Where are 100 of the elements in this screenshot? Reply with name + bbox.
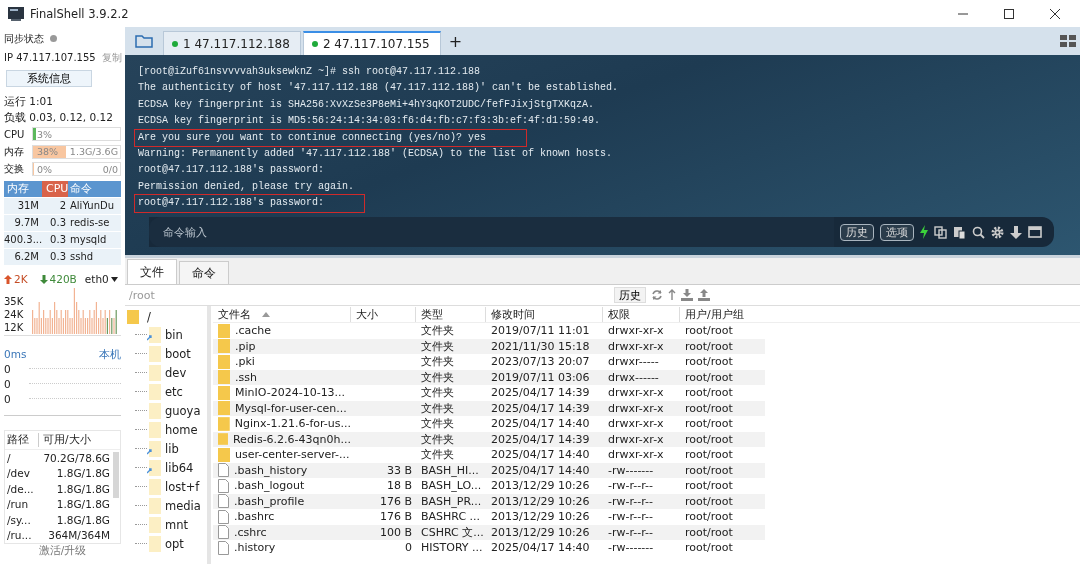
command-field[interactable]: 命令输入 — [149, 217, 834, 247]
axis-tick: 24K — [4, 308, 25, 320]
terminal-line: root@47.117.112.188's password: — [135, 195, 365, 212]
tree-item[interactable]: boot — [165, 346, 191, 361]
close-icon[interactable] — [1050, 8, 1060, 19]
table-cell-text: 2025/04/17 14:40 — [490, 463, 591, 477]
table-cell-text: 0.3 — [49, 217, 67, 229]
meter-label: CPU — [4, 128, 26, 140]
folder-icon[interactable] — [135, 34, 153, 48]
session-tab[interactable]: 1 47.117.112.188 — [163, 31, 301, 55]
settings-icon[interactable] — [991, 225, 1004, 239]
ping-value: 0 — [4, 362, 11, 375]
upload-icon[interactable] — [698, 289, 710, 301]
panel-tab[interactable]: 命令 — [179, 261, 229, 284]
file-name[interactable]: .bash_profile — [234, 494, 305, 508]
terminal-button[interactable]: 历史 — [840, 223, 874, 241]
file-icon — [218, 478, 229, 493]
file-icon — [218, 463, 229, 478]
activate-link[interactable]: 激活/升级 — [38, 544, 87, 558]
file-name[interactable]: Redis-6.2.6-43qn0h... — [232, 432, 351, 446]
meter-reading: 38% — [37, 146, 59, 157]
table-cell-text: root/root — [684, 339, 734, 353]
file-name[interactable]: .history — [234, 541, 276, 555]
file-name[interactable]: Mysql-for-user-cen... — [235, 401, 347, 415]
copy-icon[interactable] — [934, 225, 947, 239]
paste-icon[interactable] — [953, 225, 966, 239]
table-cell-text: mysqld — [69, 234, 108, 246]
history-button[interactable]: 历史 — [614, 287, 646, 303]
scrollbar[interactable] — [113, 452, 119, 498]
file-name[interactable]: .bashrc — [234, 510, 275, 524]
refresh-icon[interactable] — [651, 289, 663, 301]
tree-item[interactable]: lib64 — [165, 460, 194, 475]
table-cell-text: redis-se — [69, 217, 111, 229]
session-tab[interactable]: 2 47.117.107.155 — [302, 31, 441, 55]
column-header[interactable]: 路径 — [5, 433, 39, 447]
table-cell-text: /run — [6, 498, 30, 511]
column-header[interactable]: CPU — [42, 180, 68, 197]
tree-item[interactable]: home — [165, 422, 198, 437]
tree-item[interactable]: dev — [165, 365, 187, 380]
table-cell-text: drwxr-xr-x — [607, 401, 665, 415]
column-header[interactable]: 用户/用户组 — [680, 306, 765, 322]
tree-item[interactable]: lib — [165, 441, 179, 456]
table-cell-text: / — [6, 451, 12, 464]
terminal-line: The authenticity of host '47.117.112.188 (47.117.112.188)' can't be established. — [137, 81, 619, 96]
search-icon[interactable] — [972, 225, 985, 239]
add-tab-button[interactable]: + — [448, 31, 463, 51]
column-header[interactable]: 权限 — [603, 306, 680, 322]
column-header[interactable]: 修改时间 — [486, 306, 603, 322]
file-name[interactable]: .ssh — [235, 370, 257, 384]
table-cell-text: root/root — [684, 432, 734, 446]
file-name[interactable]: .pip — [235, 339, 256, 353]
folder-icon — [127, 310, 139, 324]
file-name[interactable]: .cache — [235, 324, 272, 338]
table-cell-text: -rw------- — [607, 463, 655, 477]
column-header[interactable]: 可用/大小 — [39, 433, 120, 447]
file-name[interactable]: Nginx-1.21.6-for-us... — [234, 417, 351, 431]
table-cell-text: 2025/04/17 14:40 — [490, 417, 591, 431]
table-cell-text: 2025/04/17 14:39 — [490, 401, 591, 415]
table-cell-text: root/root — [684, 510, 734, 524]
terminal-button[interactable]: 选项 — [880, 223, 914, 241]
download-icon[interactable] — [1010, 225, 1022, 239]
column-header[interactable]: 类型 — [416, 306, 486, 322]
tree-item[interactable]: bin — [165, 327, 183, 342]
column-header[interactable]: 大小 — [351, 306, 416, 322]
system-info-button[interactable]: 系统信息 — [6, 69, 92, 88]
table-cell-text: 2025/04/17 14:39 — [490, 386, 591, 400]
tree-item[interactable]: etc — [165, 384, 183, 399]
lightning-icon[interactable] — [920, 225, 928, 239]
command-input[interactable]: 命令输入 — [161, 224, 834, 240]
table-cell-text: drwxr-xr-x — [607, 324, 665, 338]
table-cell-text: 文件夹 — [420, 447, 455, 463]
table-cell-text: 2019/07/11 03:06 — [490, 370, 591, 384]
table-cell-text: BASH_PR... — [420, 494, 483, 508]
file-name[interactable]: .cshrc — [234, 525, 267, 539]
table-cell-text: 文件夹 — [420, 338, 455, 354]
file-name[interactable]: .bash_history — [234, 463, 308, 477]
file-name[interactable]: .pki — [235, 355, 255, 369]
interface-dropdown[interactable]: eth0 — [84, 273, 109, 286]
tree-item[interactable]: opt — [165, 536, 184, 551]
tree-item[interactable]: guoya — [165, 403, 201, 418]
table-cell-text: drwxr-xr-x — [607, 448, 665, 462]
table-cell-text: 6.2M — [13, 251, 40, 263]
window-icon[interactable] — [1028, 226, 1042, 238]
table-cell-text: BASH_HI... — [420, 463, 480, 477]
panel-tab[interactable]: 文件 — [127, 259, 177, 284]
column-header[interactable]: 文件名 — [213, 306, 351, 322]
file-name[interactable]: .bash_logout — [234, 479, 305, 493]
up-arrow-icon[interactable] — [668, 289, 676, 301]
layout-icon[interactable] — [1060, 35, 1076, 47]
file-name[interactable]: user-center-server-... — [235, 448, 350, 462]
tree-item[interactable]: lost+f — [165, 479, 200, 494]
table-cell-text: 1.8G/1.8G — [55, 498, 111, 511]
tree-item[interactable]: media — [165, 498, 201, 513]
tree-item[interactable]: / — [147, 310, 151, 324]
tree-item[interactable]: mnt — [165, 517, 188, 532]
maximize-icon[interactable] — [1004, 8, 1014, 19]
table-cell-text: -rw-r--r-- — [607, 479, 654, 493]
folder-icon — [218, 339, 230, 354]
caret-icon[interactable] — [110, 276, 118, 282]
file-name[interactable]: MinIO-2024-10-13... — [235, 386, 346, 400]
